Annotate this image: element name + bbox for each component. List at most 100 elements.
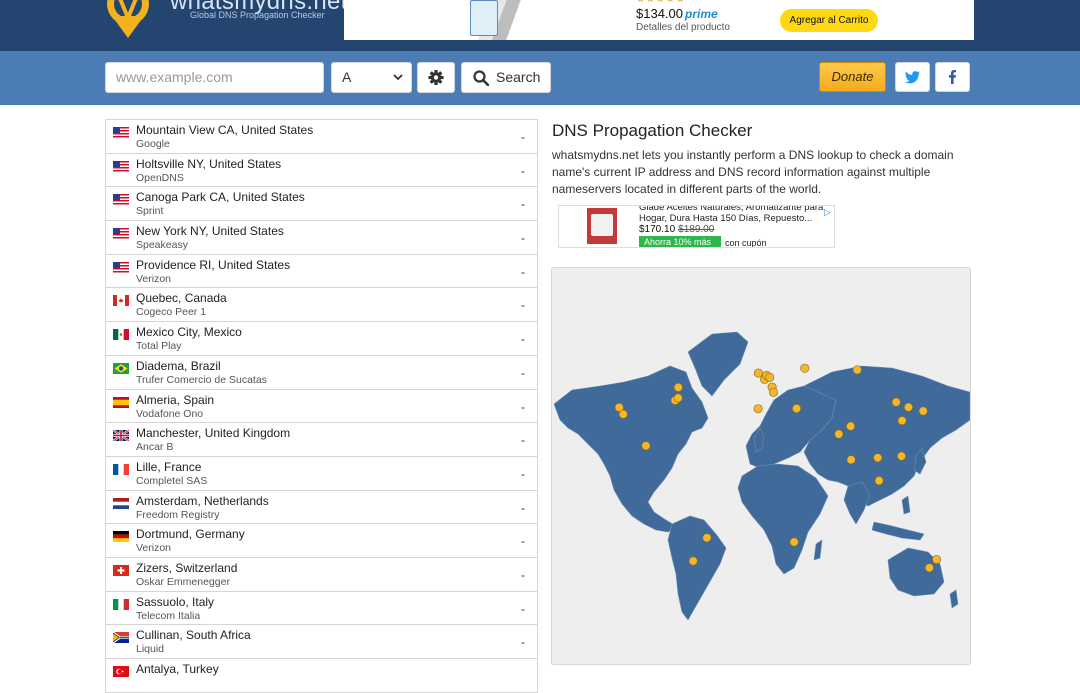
server-marker-bangkok[interactable]	[873, 453, 883, 463]
server-result: -	[521, 534, 525, 549]
server-result: -	[521, 433, 525, 448]
logo-subtitle: Global DNS Propagation Checker	[190, 10, 325, 20]
server-row[interactable]: Providence RI, United States Verizon -	[106, 255, 537, 289]
adchoices-icon[interactable]: ▷	[824, 207, 831, 218]
fr-flag-icon	[113, 462, 129, 475]
domain-input[interactable]: www.example.com	[105, 62, 324, 93]
server-row[interactable]: Amsterdam, Netherlands Freedom Registry -	[106, 491, 537, 525]
server-row[interactable]: Quebec, Canada Cogeco Peer 1 -	[106, 288, 537, 323]
server-row[interactable]: Diadema, Brazil Trufer Comercio de Sucata…	[106, 356, 537, 390]
server-location: Quebec, Canada	[136, 291, 227, 306]
server-marker-manchester[interactable]	[753, 368, 763, 378]
server-row[interactable]: Cullinan, South Africa Liquid -	[106, 625, 537, 659]
server-row[interactable]: Antalya, Turkey	[106, 659, 537, 693]
top-ad-banner[interactable]: ★★★★★ $134.00prime Detalles del producto…	[344, 0, 974, 40]
ad-details-link[interactable]: Detalles del producto	[636, 22, 730, 33]
server-marker-quebec[interactable]	[673, 382, 683, 392]
facebook-button[interactable]	[935, 62, 970, 92]
server-result: -	[521, 500, 525, 515]
server-row[interactable]: New York NY, United States Speakeasy -	[106, 221, 537, 255]
server-marker-melbourne[interactable]	[924, 563, 934, 573]
server-location: Providence RI, United States	[136, 257, 291, 272]
server-marker-tokyo[interactable]	[918, 406, 928, 416]
server-row[interactable]: Mexico City, Mexico Total Play -	[106, 322, 537, 356]
server-location: Sassuolo, Italy	[136, 594, 215, 609]
de-flag-icon	[113, 529, 129, 543]
logo-icon[interactable]	[104, 0, 152, 38]
server-location: Cullinan, South Africa	[136, 628, 251, 643]
ad-product-thumbnail[interactable]	[587, 208, 617, 244]
server-provider: Ancar B	[136, 441, 174, 454]
server-marker-sydney[interactable]	[932, 554, 942, 564]
server-row[interactable]: Manchester, United Kingdom Ancar B -	[106, 423, 537, 457]
server-result: -	[521, 163, 525, 178]
server-location: Amsterdam, Netherlands	[136, 493, 269, 508]
ch-flag-icon	[113, 563, 129, 576]
search-button-label: Search	[496, 69, 541, 85]
server-marker-buenos-aires[interactable]	[688, 556, 698, 566]
server-marker-delhi[interactable]	[846, 421, 856, 431]
server-row[interactable]: Mountain View CA, United States Google -	[106, 120, 537, 154]
server-row[interactable]: Sassuolo, Italy Telecom Italia -	[106, 592, 537, 626]
add-to-cart-button[interactable]: Agregar al Carrito	[780, 9, 878, 32]
server-marker-moscow[interactable]	[800, 363, 810, 373]
ad-product-title[interactable]: Glade Aceites Naturales, Aromatizante pa…	[639, 206, 829, 224]
server-result: -	[521, 298, 525, 313]
server-row[interactable]: Zizers, Switzerland Oskar Emmenegger -	[106, 558, 537, 592]
server-result: -	[521, 130, 525, 144]
server-location: Mountain View CA, United States	[136, 123, 314, 137]
server-location: Antalya, Turkey	[136, 662, 219, 676]
server-marker-beijing[interactable]	[891, 397, 901, 407]
server-provider: Verizon	[136, 272, 172, 285]
es-flag-icon	[113, 395, 129, 408]
server-marker-manila[interactable]	[896, 451, 906, 461]
server-marker-karachi[interactable]	[834, 429, 844, 439]
record-type-select[interactable]: A	[331, 62, 412, 93]
settings-button[interactable]	[417, 62, 455, 93]
server-marker-sassuolo[interactable]	[769, 387, 779, 397]
server-marker-kuala-lumpur[interactable]	[874, 476, 884, 486]
page-title: DNS Propagation Checker	[552, 121, 753, 140]
server-marker-canoga-park[interactable]	[618, 409, 628, 419]
server-provider: Oskar Emmenegger	[136, 575, 230, 588]
ad-product-image[interactable]	[470, 0, 498, 36]
ad-product-price: $170.10 $189.00	[639, 224, 715, 235]
south-america-shape	[667, 515, 727, 621]
page-description: whatsmydns.net lets you instantly perfor…	[552, 148, 954, 196]
server-marker-bangalore[interactable]	[846, 455, 856, 465]
server-marker-almeria[interactable]	[753, 404, 763, 414]
nl-flag-icon	[113, 496, 129, 509]
search-button[interactable]: Search	[461, 62, 551, 93]
server-result: -	[521, 332, 525, 347]
server-row[interactable]: Canoga Park CA, United States Sprint -	[106, 187, 537, 222]
server-marker-novosibirsk[interactable]	[852, 365, 862, 375]
server-location: Dortmund, Germany	[136, 527, 245, 542]
server-marker-diadema[interactable]	[702, 533, 712, 543]
server-marker-dortmund[interactable]	[765, 372, 775, 382]
donate-button[interactable]: Donate	[819, 62, 886, 92]
product-ad[interactable]: Glade Aceites Naturales, Aromatizante pa…	[558, 205, 835, 248]
us-flag-icon	[113, 260, 129, 273]
us-flag-icon	[113, 192, 129, 206]
server-row[interactable]: Lille, France Completel SAS -	[106, 457, 537, 491]
us-flag-icon	[113, 125, 129, 138]
twitter-button[interactable]	[895, 62, 930, 92]
server-location: Diadema, Brazil	[136, 358, 221, 373]
server-row[interactable]: Dortmund, Germany Verizon -	[106, 524, 537, 558]
server-marker-cullinan[interactable]	[789, 537, 799, 547]
india-shape	[843, 481, 871, 525]
server-marker-providence[interactable]	[673, 393, 683, 403]
twitter-icon	[905, 71, 920, 84]
server-provider: Liquid	[136, 643, 165, 656]
server-row[interactable]: Holtsville NY, United States OpenDNS -	[106, 154, 537, 188]
server-result: -	[521, 365, 525, 380]
server-marker-seoul[interactable]	[903, 402, 913, 412]
server-marker-mexico-city[interactable]	[641, 441, 651, 451]
prime-badge: prime	[685, 7, 718, 21]
it-flag-icon	[113, 597, 129, 610]
greenland-shape	[687, 331, 749, 397]
server-row[interactable]: Almeria, Spain Vodafone Ono -	[106, 390, 537, 424]
server-marker-antalya[interactable]	[792, 404, 802, 414]
server-marker-shanghai[interactable]	[897, 416, 907, 426]
record-type-value: A	[342, 69, 352, 85]
